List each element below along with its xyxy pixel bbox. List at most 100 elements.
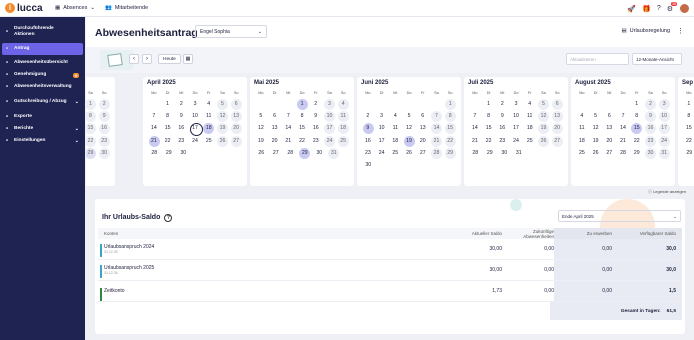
calendar-day[interactable]: 28 (468, 148, 483, 159)
sidebar-item[interactable]: • Gutschreibung / Abzug ⌄ (0, 93, 85, 111)
help-icon[interactable]: ? (164, 214, 173, 222)
calendar-day[interactable]: 23 (174, 136, 188, 147)
calendar-day[interactable]: 29 (682, 148, 694, 159)
calendar-day[interactable]: 22 (682, 136, 694, 147)
calendar-day[interactable]: 8 (682, 111, 694, 122)
calendar-day[interactable]: 12 (589, 123, 603, 134)
calendar-day[interactable]: 5 (589, 111, 603, 122)
calendar-day[interactable]: 26 (589, 148, 603, 159)
calendar-day[interactable]: 7 (430, 110, 444, 122)
calendar-day[interactable]: 25 (575, 148, 589, 159)
app-switcher[interactable]: ▦ Absences ⌄ (55, 5, 95, 11)
calendar-day[interactable]: 28 (430, 147, 444, 159)
calendar-day[interactable]: 1 (482, 99, 496, 110)
calendar-day[interactable]: 16 (495, 123, 509, 134)
calendar-day[interactable]: 26 (537, 135, 551, 147)
rocket-icon[interactable]: 🚀 (627, 5, 636, 13)
calendar-day[interactable]: 2 (309, 99, 323, 110)
calendar-day[interactable]: 15 (443, 123, 457, 135)
calendar-day[interactable]: 29 (630, 148, 644, 159)
more-icon[interactable]: ⋮ (677, 27, 684, 35)
calendar-day[interactable]: 22 (86, 135, 97, 147)
calendar-day[interactable]: 9 (97, 110, 111, 122)
calendar-day[interactable]: 24 (188, 136, 202, 147)
calendar-day[interactable]: 2 (361, 111, 375, 122)
calendar-day[interactable]: 28 (616, 148, 630, 159)
calendar-day[interactable]: 20 (416, 136, 430, 147)
calendar-day[interactable]: 6 (602, 111, 616, 122)
calendar-day[interactable]: 8 (443, 110, 457, 122)
calendar-day[interactable]: 19 (216, 123, 230, 135)
calendar-day[interactable]: 29 (162, 148, 177, 159)
calendar-day[interactable]: 12 (537, 110, 551, 122)
calendar-day[interactable]: 23 (361, 148, 375, 159)
calendar-day[interactable]: 21 (147, 135, 161, 147)
calendar-day[interactable]: 8 (482, 111, 496, 122)
calendar-day[interactable]: 21 (616, 136, 630, 147)
calendar-day[interactable]: 7 (468, 111, 482, 122)
calendar-day[interactable]: 14 (616, 123, 630, 134)
calendar-day[interactable]: 26 (254, 148, 269, 159)
calendar-day[interactable]: 10 (509, 111, 523, 122)
calendar-day[interactable]: 5 (216, 98, 230, 110)
calendar-day[interactable]: 13 (268, 123, 282, 134)
calendar-day[interactable]: 23 (309, 136, 323, 147)
calendar-day[interactable]: 1 (86, 98, 97, 110)
calendar-day[interactable]: 26 (216, 135, 230, 147)
calendar-day[interactable]: 21 (281, 136, 295, 147)
calendar-day[interactable]: 3 (323, 98, 337, 110)
calendar-day[interactable]: 14 (147, 123, 161, 134)
calendar-day[interactable]: 10 (657, 110, 671, 122)
calendar-day[interactable]: 17 (509, 123, 523, 134)
sidebar-item[interactable]: • Einstellungen ⌄ (0, 135, 85, 147)
calendar-day[interactable]: 31 (657, 147, 671, 159)
calendar-day[interactable]: 21 (468, 136, 482, 147)
calendar-day[interactable]: 16 (644, 123, 658, 135)
calendar-day[interactable]: 15 (482, 123, 496, 134)
calendar-day[interactable]: 11 (336, 110, 350, 122)
calendar-day[interactable]: 7 (281, 111, 295, 122)
calendar-day[interactable]: 2 (644, 98, 658, 110)
calendar-day[interactable]: 16 (309, 123, 323, 134)
calendar-day[interactable]: 9 (361, 123, 375, 135)
calendar-day[interactable]: 27 (550, 135, 564, 147)
calendar-day[interactable]: 3 (509, 99, 523, 110)
calendar-day[interactable]: 3 (657, 98, 671, 110)
calendar-day[interactable]: 6 (229, 98, 243, 110)
calendar-day[interactable]: 4 (336, 98, 350, 110)
calendar-day[interactable]: 18 (523, 123, 537, 134)
calendar-day[interactable]: 30 (644, 147, 658, 159)
calendar-day[interactable]: 25 (523, 136, 537, 147)
calendar-day[interactable]: 16 (174, 123, 188, 134)
calendar-day[interactable]: 10 (323, 110, 337, 122)
refresh-select[interactable]: Aktualisieren (566, 53, 629, 65)
calendar-day[interactable]: 23 (97, 135, 111, 147)
view-select[interactable]: 12-Monate-Ansicht (632, 53, 682, 65)
calendar-day[interactable]: 19 (537, 123, 551, 135)
calendar-day[interactable]: 8 (630, 111, 644, 122)
calendar-day[interactable]: 29 (298, 147, 313, 159)
calendar-day[interactable]: 8 (161, 111, 175, 122)
calendar-day[interactable]: 15 (86, 123, 97, 135)
calendar-day[interactable]: 24 (509, 136, 523, 147)
calendar-day[interactable]: 13 (416, 123, 430, 134)
today-button[interactable]: Heute (158, 54, 181, 64)
calendar-day[interactable]: 6 (416, 111, 430, 122)
calendar-day[interactable]: 16 (97, 123, 111, 135)
calendar-day[interactable]: 30 (176, 148, 191, 159)
user-select[interactable]: Engel Sophia ⌄ (195, 25, 267, 38)
calendar-day[interactable]: 27 (602, 148, 616, 159)
calendar-day[interactable]: 2 (495, 99, 509, 110)
sidebar-item[interactable]: • Antrag (2, 43, 83, 55)
calendar-day[interactable]: 21 (430, 135, 444, 147)
calendar-day[interactable]: 27 (416, 148, 430, 159)
calendar-day[interactable]: 3 (375, 111, 389, 122)
calendar-day[interactable]: 30 (312, 148, 327, 159)
calendar-day[interactable]: 30 (497, 148, 512, 159)
calendar-day[interactable]: 15 (682, 123, 694, 134)
calendar-day[interactable]: 8 (295, 111, 309, 122)
calendar-day[interactable]: 25 (202, 136, 216, 147)
gift-icon[interactable]: 🎁 (642, 5, 651, 13)
calendar-day[interactable]: 19 (589, 136, 603, 147)
sidebar-item[interactable]: • Durchzuführende Aktionen (0, 23, 85, 41)
